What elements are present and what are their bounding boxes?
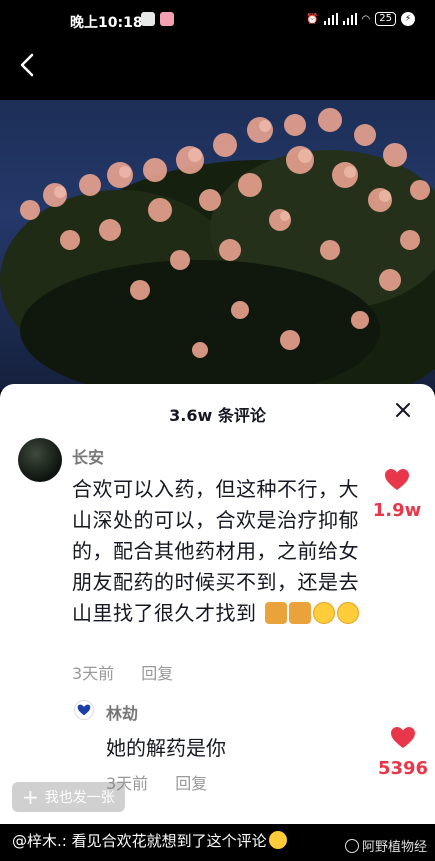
signal-icon	[323, 13, 338, 25]
video-caption: @梓木.: 看见合欢花就想到了这个评论	[12, 830, 287, 851]
back-icon[interactable]	[14, 50, 44, 80]
battery-icon: 25	[375, 12, 396, 26]
comment-sheet: 3.6w 条评论 长安 合欢可以入药，但这种不行，大山深处的可以，合欢是治疗抑郁…	[0, 384, 435, 824]
watermark-logo-icon	[344, 838, 359, 853]
emoji-group	[263, 601, 360, 625]
app-notification-icon	[160, 12, 174, 26]
reply-avatar[interactable]	[74, 700, 94, 720]
caption-bar: @梓木.: 看见合欢花就想到了这个评论 阿野植物经	[0, 824, 435, 861]
pleading-face-emoji-icon	[313, 602, 336, 624]
status-icons: ⏰ ◠ 25 ⚡	[306, 12, 415, 26]
status-time: 晚上10:18	[70, 15, 143, 31]
photo-illustration	[0, 108, 435, 390]
comment-text: 合欢可以入药，但这种不行，大山深处的可以，合欢是治疗抑郁的，配合其他药材用，之前…	[72, 474, 372, 629]
post-photo-button[interactable]: + 我也发一张	[12, 782, 125, 812]
blue-heart-icon	[77, 704, 91, 716]
caption-text: @梓木.: 看见合欢花就想到了这个评论	[12, 832, 267, 850]
heart-icon	[391, 727, 415, 748]
comment-meta: 3天前 回复	[72, 660, 173, 684]
app-notification-icon	[141, 12, 155, 26]
plus-icon: +	[22, 785, 39, 809]
pleading-face-emoji-icon	[337, 602, 360, 624]
reply-username[interactable]: 林劫	[106, 700, 138, 724]
reply-reply-button[interactable]: 回复	[175, 774, 207, 793]
reply-like-count: 5396	[377, 758, 429, 779]
crying-emoji-icon	[268, 831, 287, 849]
comment-count-title: 3.6w 条评论	[169, 406, 266, 425]
watermark: 阿野植物经	[344, 836, 427, 855]
reply-button[interactable]: 回复	[141, 664, 173, 683]
heart-icon	[385, 469, 409, 490]
cat-emoji-icon	[289, 602, 312, 624]
top-nav	[0, 40, 435, 100]
signal-icon	[342, 13, 357, 25]
status-bar: 晚上10:18 ⏰ ◠ 25 ⚡	[0, 0, 435, 40]
comment-time: 3天前	[72, 664, 115, 683]
mimosa-tree-photo	[0, 100, 435, 390]
wifi-icon: ◠	[361, 13, 371, 25]
post-photo-label: 我也发一张	[44, 790, 115, 806]
reply-text: 她的解药是你	[106, 736, 226, 760]
like-count: 1.9w	[372, 500, 422, 521]
close-icon[interactable]	[393, 400, 413, 420]
charging-icon: ⚡	[401, 12, 415, 26]
comment-username[interactable]: 长安	[72, 444, 104, 468]
alarm-icon: ⏰	[306, 13, 319, 25]
like-button[interactable]: 1.9w	[367, 468, 427, 521]
avatar[interactable]	[18, 438, 62, 482]
watermark-text: 阿野植物经	[361, 840, 427, 855]
reply-like-button[interactable]: 5396	[373, 726, 433, 779]
cat-emoji-icon	[265, 602, 288, 624]
